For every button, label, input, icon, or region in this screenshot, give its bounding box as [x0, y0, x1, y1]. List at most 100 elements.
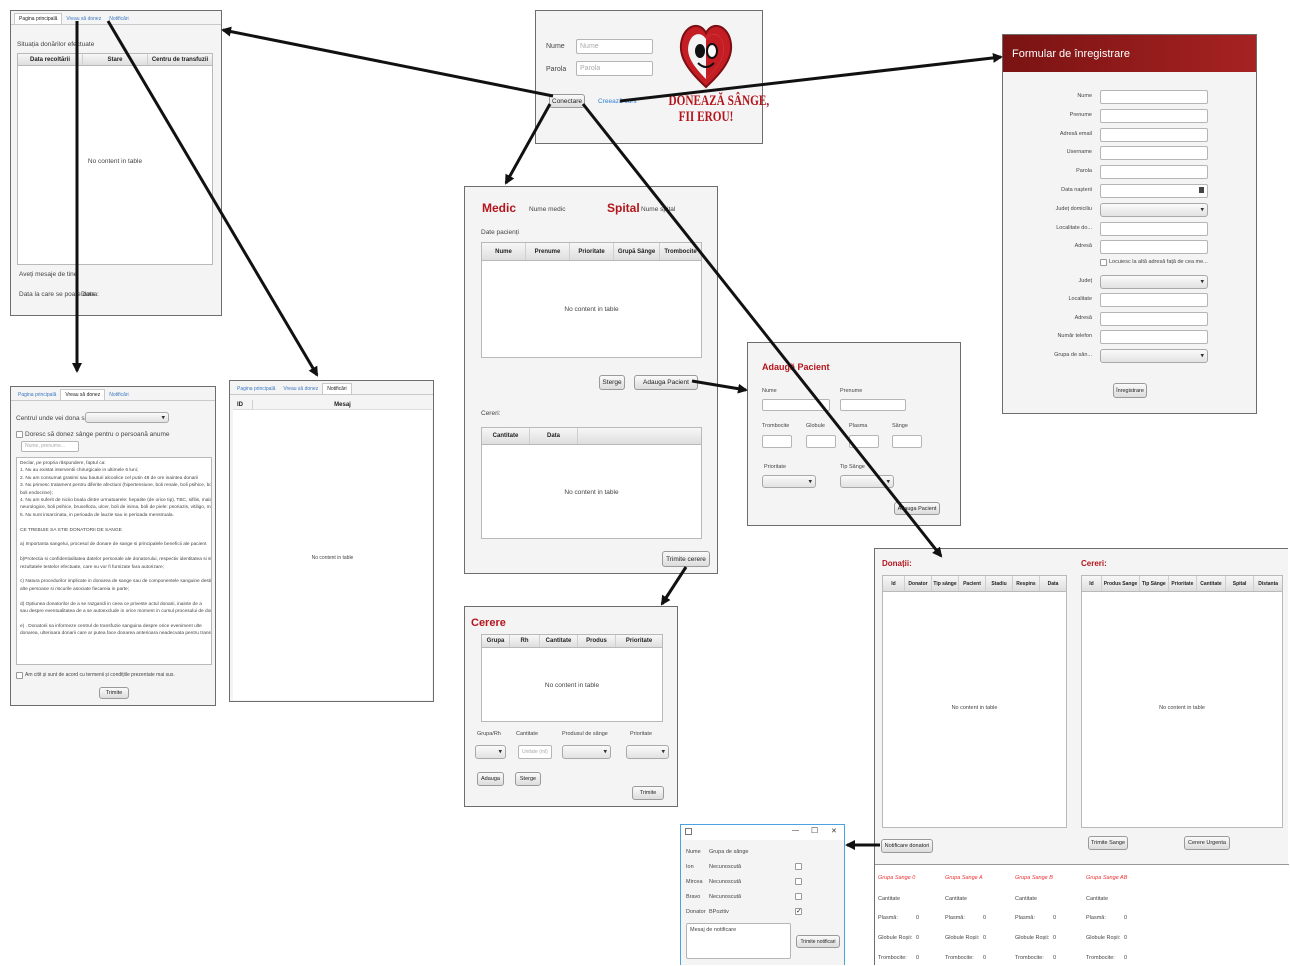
- send-notifications-button[interactable]: Trimite notificari: [796, 935, 840, 948]
- tab-want-donate[interactable]: Vreau să donez: [279, 384, 322, 394]
- maximize-icon[interactable]: ☐: [811, 826, 818, 835]
- plasma-input[interactable]: [849, 435, 879, 448]
- person-name-input[interactable]: Nume, prenume...: [21, 441, 79, 452]
- tab-main-page[interactable]: Pagina principală: [233, 384, 279, 394]
- delete-button[interactable]: Sterge: [515, 772, 541, 786]
- other-address-checkbox[interactable]: [1100, 259, 1107, 266]
- col-date[interactable]: Data: [530, 428, 578, 444]
- password-input[interactable]: Parola: [576, 61, 653, 76]
- terms-textarea[interactable]: Declar, pe propria răspundere, faptul ca…: [16, 457, 212, 665]
- connect-button[interactable]: Conectare: [549, 94, 585, 108]
- col-surname[interactable]: Prenume: [526, 243, 570, 260]
- calendar-icon[interactable]: [1199, 187, 1204, 193]
- select-donor-checkbox[interactable]: [795, 863, 802, 870]
- col-blood-group[interactable]: Grupă Sânge: [614, 243, 660, 260]
- product-select[interactable]: [562, 745, 611, 759]
- col-donor[interactable]: Donator: [905, 576, 932, 591]
- agree-checkbox[interactable]: [16, 672, 23, 679]
- col-priority[interactable]: Prioritate: [570, 243, 614, 260]
- col-patient[interactable]: Pacient: [959, 576, 986, 591]
- col-quantity[interactable]: Cantitate: [482, 428, 530, 444]
- register-select[interactable]: [1100, 348, 1208, 363]
- send-request-button[interactable]: Trimite cerere: [662, 551, 710, 567]
- col-priority[interactable]: Prioritate: [616, 635, 662, 647]
- register-input[interactable]: [1100, 293, 1208, 308]
- register-input[interactable]: [1100, 165, 1208, 180]
- platelets-input[interactable]: [762, 435, 792, 448]
- tab-notifications[interactable]: Notificări: [322, 383, 352, 394]
- col-status[interactable]: Stare: [83, 54, 148, 65]
- register-input[interactable]: [1100, 90, 1208, 104]
- blood-type-select[interactable]: [840, 475, 894, 488]
- register-button[interactable]: Înregistrare: [1113, 383, 1147, 398]
- add-patient-submit-button[interactable]: Adauga Pacient: [894, 502, 940, 515]
- minimize-icon[interactable]: —: [792, 827, 799, 834]
- blood-input[interactable]: [892, 435, 922, 448]
- col-rh[interactable]: Rh: [510, 635, 540, 647]
- col-quantity[interactable]: Cantitate: [1197, 576, 1226, 591]
- col-product[interactable]: Produs: [578, 635, 616, 647]
- register-select[interactable]: [1100, 202, 1208, 217]
- col-quantity[interactable]: Cantitate: [540, 635, 578, 647]
- tab-notifications[interactable]: Notificări: [105, 390, 132, 400]
- col-blood-type[interactable]: Tip Sânge: [1140, 576, 1169, 591]
- col-stage[interactable]: Stadiu: [986, 576, 1013, 591]
- priority-select[interactable]: [626, 745, 669, 759]
- col-priority[interactable]: Prioritate: [1169, 576, 1198, 591]
- col-id[interactable]: Id: [1082, 576, 1102, 591]
- col-name[interactable]: Nume: [482, 243, 526, 260]
- col-distance[interactable]: Distanta: [1254, 576, 1282, 591]
- tab-want-donate[interactable]: Vreau să donez: [60, 389, 106, 400]
- priority-select[interactable]: [762, 475, 816, 488]
- tab-notifications[interactable]: Notificări: [105, 14, 132, 24]
- globules-input[interactable]: [806, 435, 836, 448]
- send-blood-button[interactable]: Trimite Sange: [1088, 836, 1128, 850]
- register-select[interactable]: [1100, 275, 1208, 289]
- register-input[interactable]: [1100, 311, 1208, 326]
- tab-main-page[interactable]: Pagina principală: [14, 13, 63, 24]
- create-account-link[interactable]: Creează cont: [598, 98, 637, 105]
- register-input[interactable]: [1100, 146, 1208, 161]
- col-platelets[interactable]: Trombocite: [660, 243, 701, 260]
- col-message[interactable]: Mesaj: [253, 400, 432, 409]
- group-rh-select[interactable]: [475, 745, 506, 759]
- register-input[interactable]: [1100, 184, 1208, 198]
- register-input[interactable]: [1100, 330, 1208, 345]
- name-input[interactable]: [762, 399, 830, 411]
- col-date[interactable]: Data: [1040, 576, 1066, 591]
- col-hospital[interactable]: Spital: [1226, 576, 1255, 591]
- col-center[interactable]: Centru de transfuzii: [148, 54, 212, 65]
- terms-line: [20, 615, 208, 622]
- register-input[interactable]: [1100, 221, 1208, 236]
- select-donor-checkbox[interactable]: [795, 878, 802, 885]
- for-person-checkbox[interactable]: [16, 431, 23, 438]
- register-input[interactable]: [1100, 127, 1208, 142]
- delete-patient-button[interactable]: Sterge: [599, 375, 625, 390]
- tab-main-page[interactable]: Pagina principală: [14, 390, 60, 400]
- urgent-request-button[interactable]: Cerere Urgenta: [1184, 836, 1230, 850]
- center-select[interactable]: [85, 412, 169, 423]
- notification-message-input[interactable]: Mesaj de notificare: [686, 923, 791, 959]
- send-button[interactable]: Trimite: [99, 687, 129, 699]
- name-input[interactable]: Nume: [576, 39, 653, 54]
- col-group[interactable]: Grupa: [482, 635, 510, 647]
- surname-input[interactable]: [840, 399, 906, 411]
- send-button[interactable]: Trimite: [632, 786, 664, 800]
- add-patient-button[interactable]: Adauga Pacient: [634, 375, 698, 390]
- add-button[interactable]: Adauga: [477, 772, 504, 786]
- col-product[interactable]: Produs Sange: [1102, 576, 1140, 591]
- col-id[interactable]: ID: [233, 400, 253, 409]
- col-date[interactable]: Data recoltării: [18, 54, 83, 65]
- register-label: Grupa de sân...: [1054, 351, 1092, 358]
- select-donor-checkbox[interactable]: [795, 893, 802, 900]
- notify-donors-button[interactable]: Notificare donatori: [881, 839, 933, 853]
- register-input[interactable]: [1100, 240, 1208, 255]
- col-rejected[interactable]: Respins: [1013, 576, 1040, 591]
- quantity-input[interactable]: Unitate (ml): [518, 745, 552, 759]
- col-blood-type[interactable]: Tip sânge: [932, 576, 959, 591]
- tab-want-donate[interactable]: Vreau să donez: [62, 14, 105, 24]
- register-input[interactable]: [1100, 108, 1208, 123]
- col-id[interactable]: Id: [883, 576, 905, 591]
- select-donor-checkbox[interactable]: ✓: [795, 908, 802, 915]
- close-icon[interactable]: ✕: [831, 827, 837, 835]
